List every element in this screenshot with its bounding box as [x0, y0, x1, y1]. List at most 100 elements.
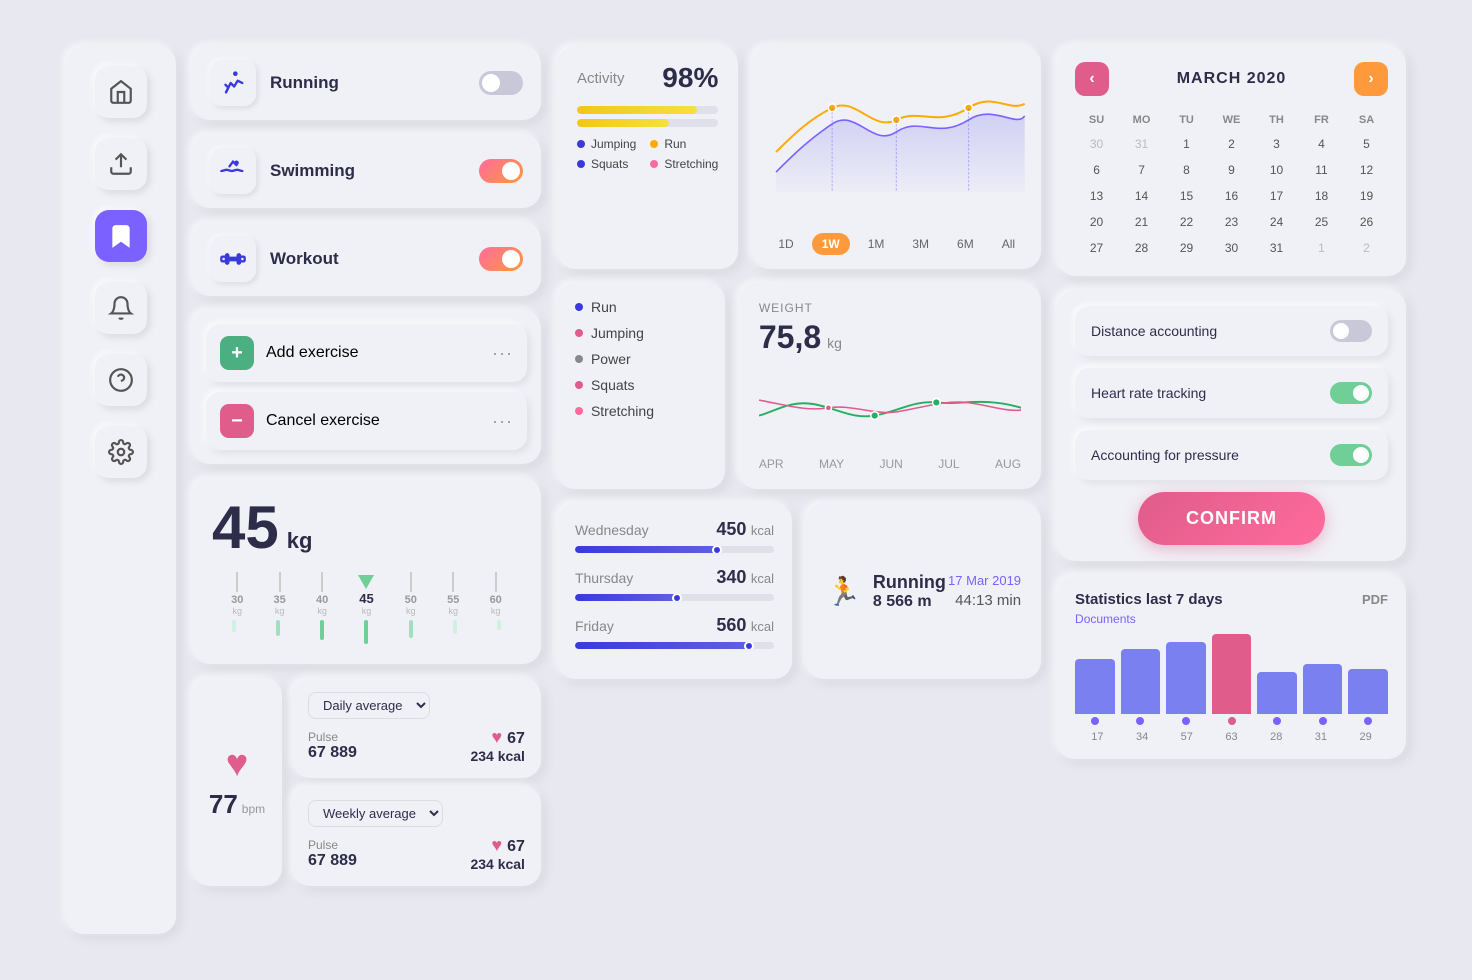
swimming-label: Swimming [270, 161, 355, 181]
cal-day[interactable]: 14 [1120, 184, 1163, 208]
weight-chart-svg [759, 364, 1021, 444]
cal-day[interactable]: 29 [1165, 236, 1208, 260]
weight-unit: kg [287, 528, 313, 554]
stats7-title: Statistics last 7 days [1075, 591, 1223, 608]
cal-day[interactable]: 31 [1255, 236, 1298, 260]
cal-day[interactable]: 2 [1210, 132, 1253, 156]
legend-stretching-top: Stretching [650, 157, 718, 171]
cal-day[interactable]: 30 [1210, 236, 1253, 260]
sidebar-home[interactable] [95, 66, 147, 118]
action-buttons-card: + Add exercise ··· − Cancel exercise ··· [192, 310, 541, 464]
cal-day[interactable]: 20 [1075, 210, 1118, 234]
calendar-card: ‹ MARCH 2020 › SU MO TU WE TH FR SA 30 3… [1057, 46, 1406, 276]
daily-avg-select[interactable]: Daily average [308, 692, 430, 719]
legend-power: Power [575, 351, 707, 367]
swimming-card: Swimming [192, 134, 541, 208]
weight-chart-title: WEIGHT [759, 301, 1021, 315]
tab-all[interactable]: All [992, 233, 1025, 255]
sidebar-upload[interactable] [95, 138, 147, 190]
cal-day[interactable]: 31 [1120, 132, 1163, 156]
daily-calories-val: 67 889 [308, 744, 357, 762]
legend-jumping: Jumping [577, 137, 636, 151]
cal-day[interactable]: 27 [1075, 236, 1118, 260]
activity-legend: Jumping Run Squats Stretching [577, 137, 718, 171]
tab-1d[interactable]: 1D [768, 233, 803, 255]
cal-day[interactable]: 22 [1165, 210, 1208, 234]
cal-day[interactable]: 28 [1120, 236, 1163, 260]
sidebar-bookmark[interactable] [95, 210, 147, 262]
workout-left: Workout [210, 236, 339, 282]
cal-day[interactable]: 21 [1120, 210, 1163, 234]
cancel-exercise-btn[interactable]: − Cancel exercise ··· [206, 392, 527, 450]
line-chart-card: 1D 1W 1M 3M 6M All [752, 46, 1041, 269]
weekly-calories-val: 67 889 [308, 852, 357, 870]
cal-day[interactable]: 23 [1210, 210, 1253, 234]
daily-pulse-label: Pulse [308, 730, 357, 744]
workout-toggle[interactable] [479, 247, 523, 271]
cal-day[interactable]: 1 [1165, 132, 1208, 156]
add-dots[interactable]: ··· [492, 343, 513, 364]
cal-day[interactable]: 15 [1165, 184, 1208, 208]
confirm-button[interactable]: CONFIRM [1138, 492, 1325, 545]
legend-jumping2: Jumping [575, 325, 707, 341]
tab-1m[interactable]: 1M [858, 233, 895, 255]
run-distance: 8 566 m [873, 593, 946, 611]
stats7-docs[interactable]: Documents [1075, 612, 1388, 626]
tab-6m[interactable]: 6M [947, 233, 984, 255]
tab-1w[interactable]: 1W [812, 233, 850, 255]
swimming-toggle[interactable] [479, 159, 523, 183]
weight-chart-card: WEIGHT 75,8 kg APRMAYJUNJULAUG [739, 283, 1041, 489]
stats7-pdf[interactable]: PDF [1362, 592, 1388, 607]
cal-day[interactable]: 19 [1345, 184, 1388, 208]
cal-next-btn[interactable]: › [1354, 62, 1388, 96]
cal-day[interactable]: 10 [1255, 158, 1298, 182]
cal-day[interactable]: 11 [1300, 158, 1343, 182]
distance-accounting-toggle[interactable] [1330, 320, 1372, 342]
add-exercise-btn[interactable]: + Add exercise ··· [206, 324, 527, 382]
cal-day[interactable]: 1 [1300, 236, 1343, 260]
weekly-pulse-label: Pulse [308, 838, 357, 852]
cal-day[interactable]: 30 [1075, 132, 1118, 156]
cal-day[interactable]: 24 [1255, 210, 1298, 234]
heart-rate-tracking-label: Heart rate tracking [1091, 385, 1206, 401]
cal-day[interactable]: 9 [1210, 158, 1253, 182]
cal-day[interactable]: 26 [1345, 210, 1388, 234]
weekly-pulse-val: 67 [507, 838, 525, 855]
cal-day[interactable]: 12 [1345, 158, 1388, 182]
sidebar-help[interactable] [95, 354, 147, 406]
cal-day[interactable]: 6 [1075, 158, 1118, 182]
cal-day[interactable]: 16 [1210, 184, 1253, 208]
cal-day[interactable]: 4 [1300, 132, 1343, 156]
workout-card: Workout [192, 222, 541, 296]
bar-col-31 [1303, 664, 1343, 725]
cancel-label: Cancel exercise [266, 412, 380, 430]
cal-day[interactable]: 5 [1345, 132, 1388, 156]
cal-day[interactable]: 8 [1165, 158, 1208, 182]
activity-title: Activity [577, 70, 625, 87]
cal-day[interactable]: 18 [1300, 184, 1343, 208]
sidebar-settings[interactable] [95, 426, 147, 478]
cancel-dots[interactable]: ··· [492, 411, 513, 432]
cal-prev-btn[interactable]: ‹ [1075, 62, 1109, 96]
pressure-accounting-toggle[interactable] [1330, 444, 1372, 466]
run-activity-label: Running [873, 572, 946, 593]
running-toggle[interactable] [479, 71, 523, 95]
cal-day[interactable]: 17 [1255, 184, 1298, 208]
cal-day[interactable]: 3 [1255, 132, 1298, 156]
col4: ‹ MARCH 2020 › SU MO TU WE TH FR SA 30 3… [1057, 46, 1406, 886]
heart-icon: ♥ [226, 745, 249, 783]
weight-chart-value: 75,8 [759, 319, 821, 356]
swimming-left: Swimming [210, 148, 355, 194]
cal-day[interactable]: 2 [1345, 236, 1388, 260]
running-left: Running [210, 60, 339, 106]
weekly-avg-select[interactable]: Weekly average [308, 800, 443, 827]
cal-day[interactable]: 25 [1300, 210, 1343, 234]
heart-rate-tracking-toggle[interactable] [1330, 382, 1372, 404]
cal-day[interactable]: 7 [1120, 158, 1163, 182]
distance-accounting-row: Distance accounting [1075, 306, 1388, 356]
sidebar-bell[interactable] [95, 282, 147, 334]
cal-day[interactable]: 13 [1075, 184, 1118, 208]
tab-3m[interactable]: 3M [902, 233, 939, 255]
bpm-value: 77 [209, 789, 238, 820]
bar-col-17 [1075, 659, 1115, 725]
